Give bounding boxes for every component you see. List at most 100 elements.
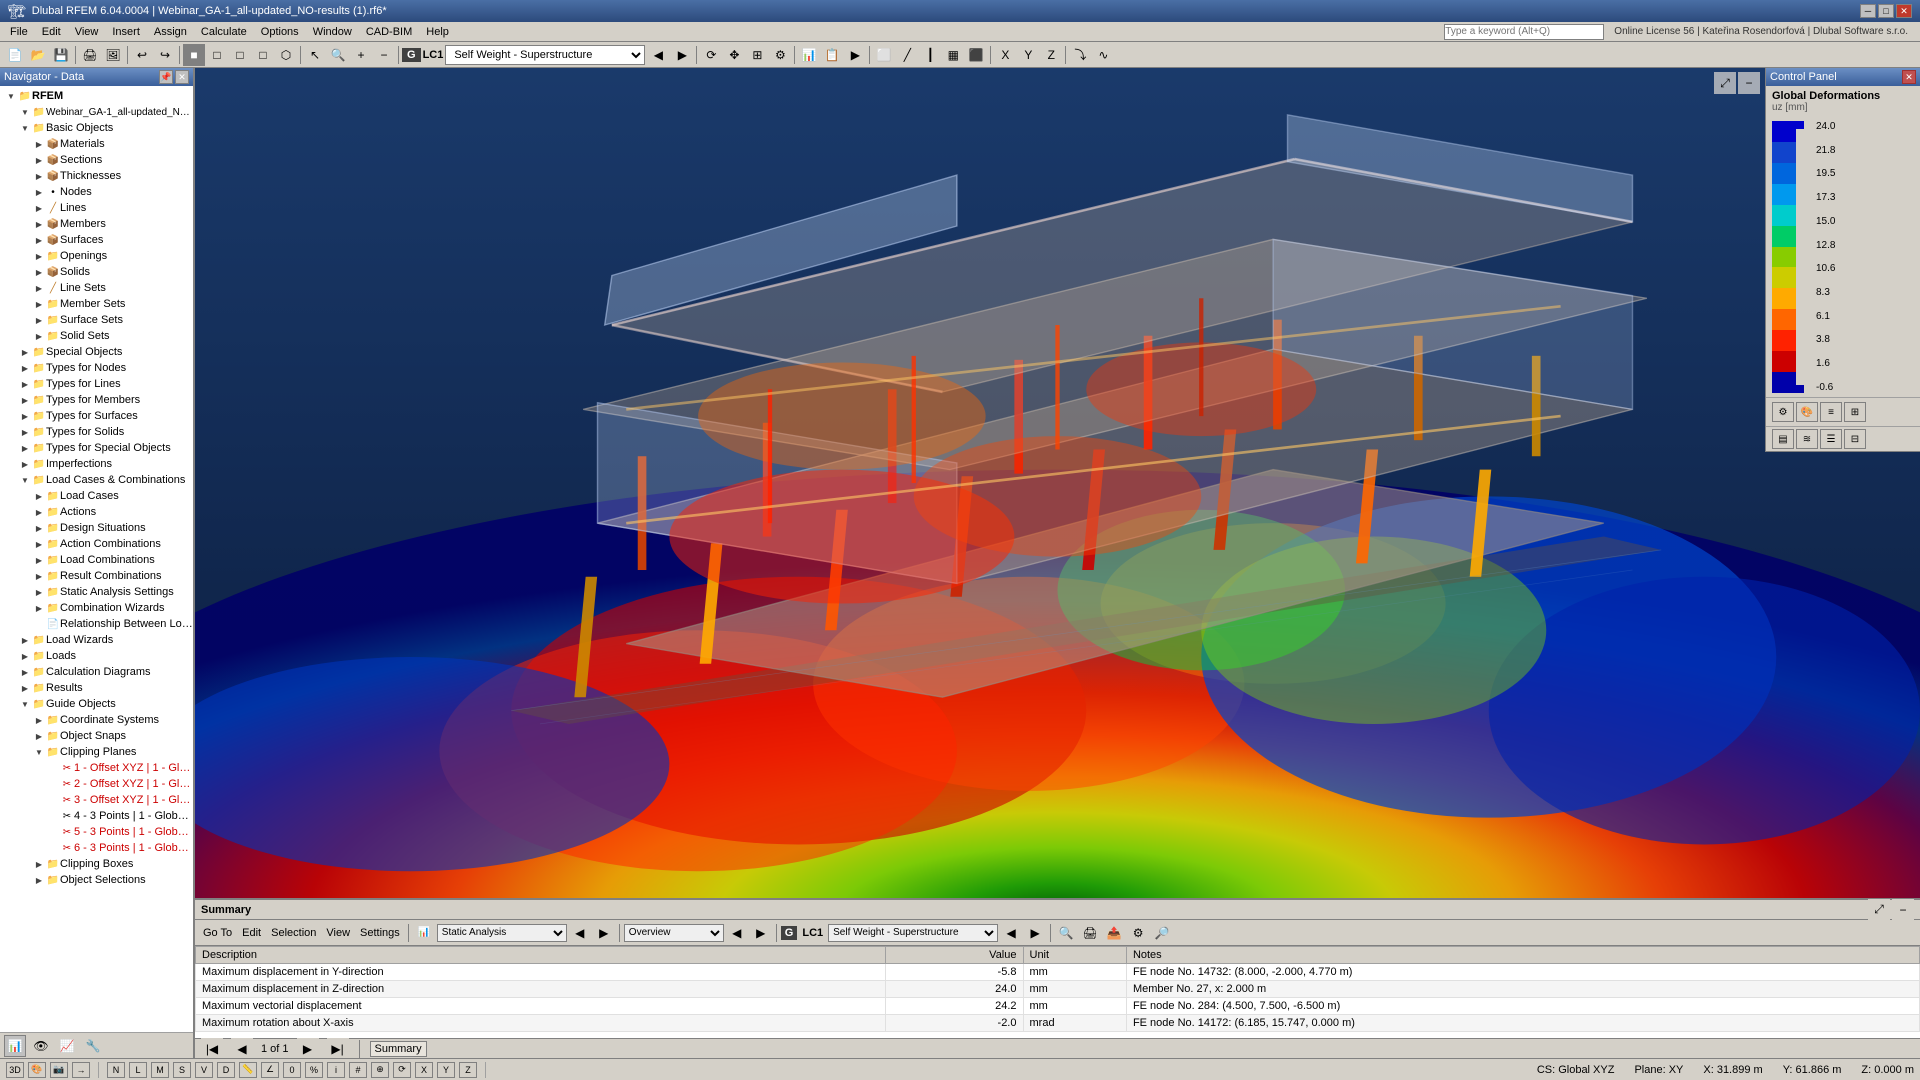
overview-dropdown[interactable]: Overview [624, 924, 724, 942]
next-overview-button[interactable]: ▶ [750, 922, 772, 944]
nav-cp1[interactable]: ✂ 1 - Offset XYZ | 1 - Global X [0, 760, 193, 776]
nav-imperfections[interactable]: ▶ 📁 Imperfections [0, 456, 193, 472]
nav-expand-results[interactable]: ▶ [18, 681, 32, 695]
bottom-export-button[interactable]: 📤 [1103, 922, 1125, 944]
bottom-lc-next[interactable]: ▶ [1024, 922, 1046, 944]
fit-button[interactable]: ⊞ [746, 44, 768, 66]
bottom-close-button[interactable]: − [1892, 899, 1914, 921]
nav-expand-go[interactable]: ▼ [18, 697, 32, 711]
nav-types-special[interactable]: ▶ 📁 Types for Special Objects [0, 440, 193, 456]
nav-cp2[interactable]: ✂ 2 - Offset XYZ | 1 - Global X [0, 776, 193, 792]
undo-button[interactable]: ↩ [131, 44, 153, 66]
nav-expand-loads[interactable]: ▶ [18, 649, 32, 663]
close-button[interactable]: ✕ [1896, 4, 1912, 18]
status-solid-button[interactable]: V [195, 1062, 213, 1078]
table-button[interactable]: 📋 [821, 44, 843, 66]
bottom-print-button[interactable]: 🖨 [1079, 922, 1101, 944]
nav-clipping-boxes[interactable]: ▶ 📁 Clipping Boxes [0, 856, 193, 872]
rotate-button[interactable]: ⟳ [700, 44, 722, 66]
axis-y-btn[interactable]: Y [1017, 44, 1039, 66]
nav-expand-lines[interactable]: ▶ [32, 201, 46, 215]
nav-expand-imperf[interactable]: ▶ [18, 457, 32, 471]
load-case-dropdown[interactable]: Self Weight - Superstructure [445, 45, 645, 65]
view-custom-button[interactable]: ⬡ [275, 44, 297, 66]
nav-expand-rlc[interactable] [32, 617, 46, 631]
nav-expand-rfem[interactable]: ▼ [4, 89, 18, 103]
status-path-button[interactable]: → [72, 1062, 90, 1078]
stress-btn[interactable]: ∿ [1092, 44, 1114, 66]
status-line-button[interactable]: L [129, 1062, 147, 1078]
nav-lines[interactable]: ▶ ╱ Lines [0, 200, 193, 216]
nav-expand-actions[interactable]: ▶ [32, 505, 46, 519]
nav-expand-thick[interactable]: ▶ [32, 169, 46, 183]
nav-member-sets[interactable]: ▶ 📁 Member Sets [0, 296, 193, 312]
calc-button[interactable]: ▶ [844, 44, 866, 66]
status-rot-button[interactable]: ⟳ [393, 1062, 411, 1078]
nav-surfaces[interactable]: ▶ 📦 Surfaces [0, 232, 193, 248]
edit-menu[interactable]: Edit [238, 926, 265, 940]
nav-coord-systems[interactable]: ▶ 📁 Coordinate Systems [0, 712, 193, 728]
nav-solids[interactable]: ▶ 📦 Solids [0, 264, 193, 280]
cp-btn-6[interactable]: ≋ [1796, 429, 1818, 449]
status-node-button[interactable]: N [107, 1062, 125, 1078]
nav-members[interactable]: ▶ 📦 Members [0, 216, 193, 232]
nav-expand-sa[interactable]: ▶ [32, 585, 46, 599]
goto-menu[interactable]: Go To [199, 926, 236, 940]
nav-expand-tsurfaces[interactable]: ▶ [18, 409, 32, 423]
nav-cp5[interactable]: ✂ 5 - 3 Points | 1 - Global XYZ [0, 824, 193, 840]
expand-viewport-button[interactable]: ⤢ [1714, 72, 1736, 94]
nav-line-sets[interactable]: ▶ ╱ Line Sets [0, 280, 193, 296]
next-analysis-button[interactable]: ▶ [593, 922, 615, 944]
selection-menu[interactable]: Selection [267, 926, 320, 940]
nav-expand-lc[interactable]: ▶ [32, 489, 46, 503]
new-button[interactable]: 📄 [4, 44, 26, 66]
nav-types-solids[interactable]: ▶ 📁 Types for Solids [0, 424, 193, 440]
nav-types-lines[interactable]: ▶ 📁 Types for Lines [0, 376, 193, 392]
nav-expand-sections[interactable]: ▶ [32, 153, 46, 167]
nav-cp6[interactable]: ✂ 6 - 3 Points | 1 - Global XYZ [0, 840, 193, 856]
nav-expand-tspecial[interactable]: ▶ [18, 441, 32, 455]
save-button[interactable]: 💾 [50, 44, 72, 66]
zoom-out-button[interactable]: − [373, 44, 395, 66]
nav-expand-cb[interactable]: ▶ [32, 857, 46, 871]
menu-cad-bim[interactable]: CAD-BIM [360, 25, 418, 39]
nav-types-surfaces[interactable]: ▶ 📁 Types for Surfaces [0, 408, 193, 424]
nav-expand-tmembers[interactable]: ▶ [18, 393, 32, 407]
nav-expand-cp[interactable]: ▼ [32, 745, 46, 759]
nav-cp3[interactable]: ✂ 3 - Offset XYZ | 1 - Global X [0, 792, 193, 808]
nav-expand-surfsets[interactable]: ▶ [32, 313, 46, 327]
nav-expand-project[interactable]: ▼ [18, 105, 32, 119]
settings-menu[interactable]: Settings [356, 926, 404, 940]
nav-sections[interactable]: ▶ 📦 Sections [0, 152, 193, 168]
status-y-button[interactable]: Y [437, 1062, 455, 1078]
print-button[interactable]: 🖨 [79, 44, 101, 66]
menu-calculate[interactable]: Calculate [195, 25, 253, 39]
cp-btn-2[interactable]: 🎨 [1796, 402, 1818, 422]
nav-expand-solids[interactable]: ▶ [32, 265, 46, 279]
nav-result-combinations[interactable]: ▶ 📁 Result Combinations [0, 568, 193, 584]
menu-file[interactable]: File [4, 25, 34, 39]
status-num1-button[interactable]: 0 [283, 1062, 301, 1078]
status-3d-button[interactable]: 3D [6, 1062, 24, 1078]
nav-load-wizards[interactable]: ▶ 📁 Load Wizards [0, 632, 193, 648]
nav-object-snaps[interactable]: ▶ 📁 Object Snaps [0, 728, 193, 744]
nav-project[interactable]: ▼ 📁 Webinar_GA-1_all-updated_NO-resul [0, 104, 193, 120]
maximize-button[interactable]: □ [1878, 4, 1894, 18]
node-btn[interactable]: ⬜ [873, 44, 895, 66]
nav-materials[interactable]: ▶ 📦 Materials [0, 136, 193, 152]
nav-relationship-lc[interactable]: 📄 Relationship Between Load C [0, 616, 193, 632]
view-xy-button[interactable]: □ [206, 44, 228, 66]
table-row[interactable]: Maximum rotation about X-axis -2.0 mrad … [196, 1015, 1920, 1032]
deform-btn[interactable]: ⤵ [1069, 44, 1091, 66]
status-camera-button[interactable]: 📷 [50, 1062, 68, 1078]
cp-btn-7[interactable]: ☰ [1820, 429, 1842, 449]
cp-btn-5[interactable]: ▤ [1772, 429, 1794, 449]
nav-guide-btn[interactable]: 🔧 [82, 1035, 104, 1057]
status-detail-button[interactable]: D [217, 1062, 235, 1078]
status-surface-button[interactable]: S [173, 1062, 191, 1078]
nav-expand-rcombo[interactable]: ▶ [32, 569, 46, 583]
nav-surface-sets[interactable]: ▶ 📁 Surface Sets [0, 312, 193, 328]
navigator-body[interactable]: ▼ 📁 RFEM ▼ 📁 Webinar_GA-1_all-updated_NO… [0, 86, 193, 1032]
zoom-in-button[interactable]: + [350, 44, 372, 66]
cp-btn-3[interactable]: ≡ [1820, 402, 1842, 422]
